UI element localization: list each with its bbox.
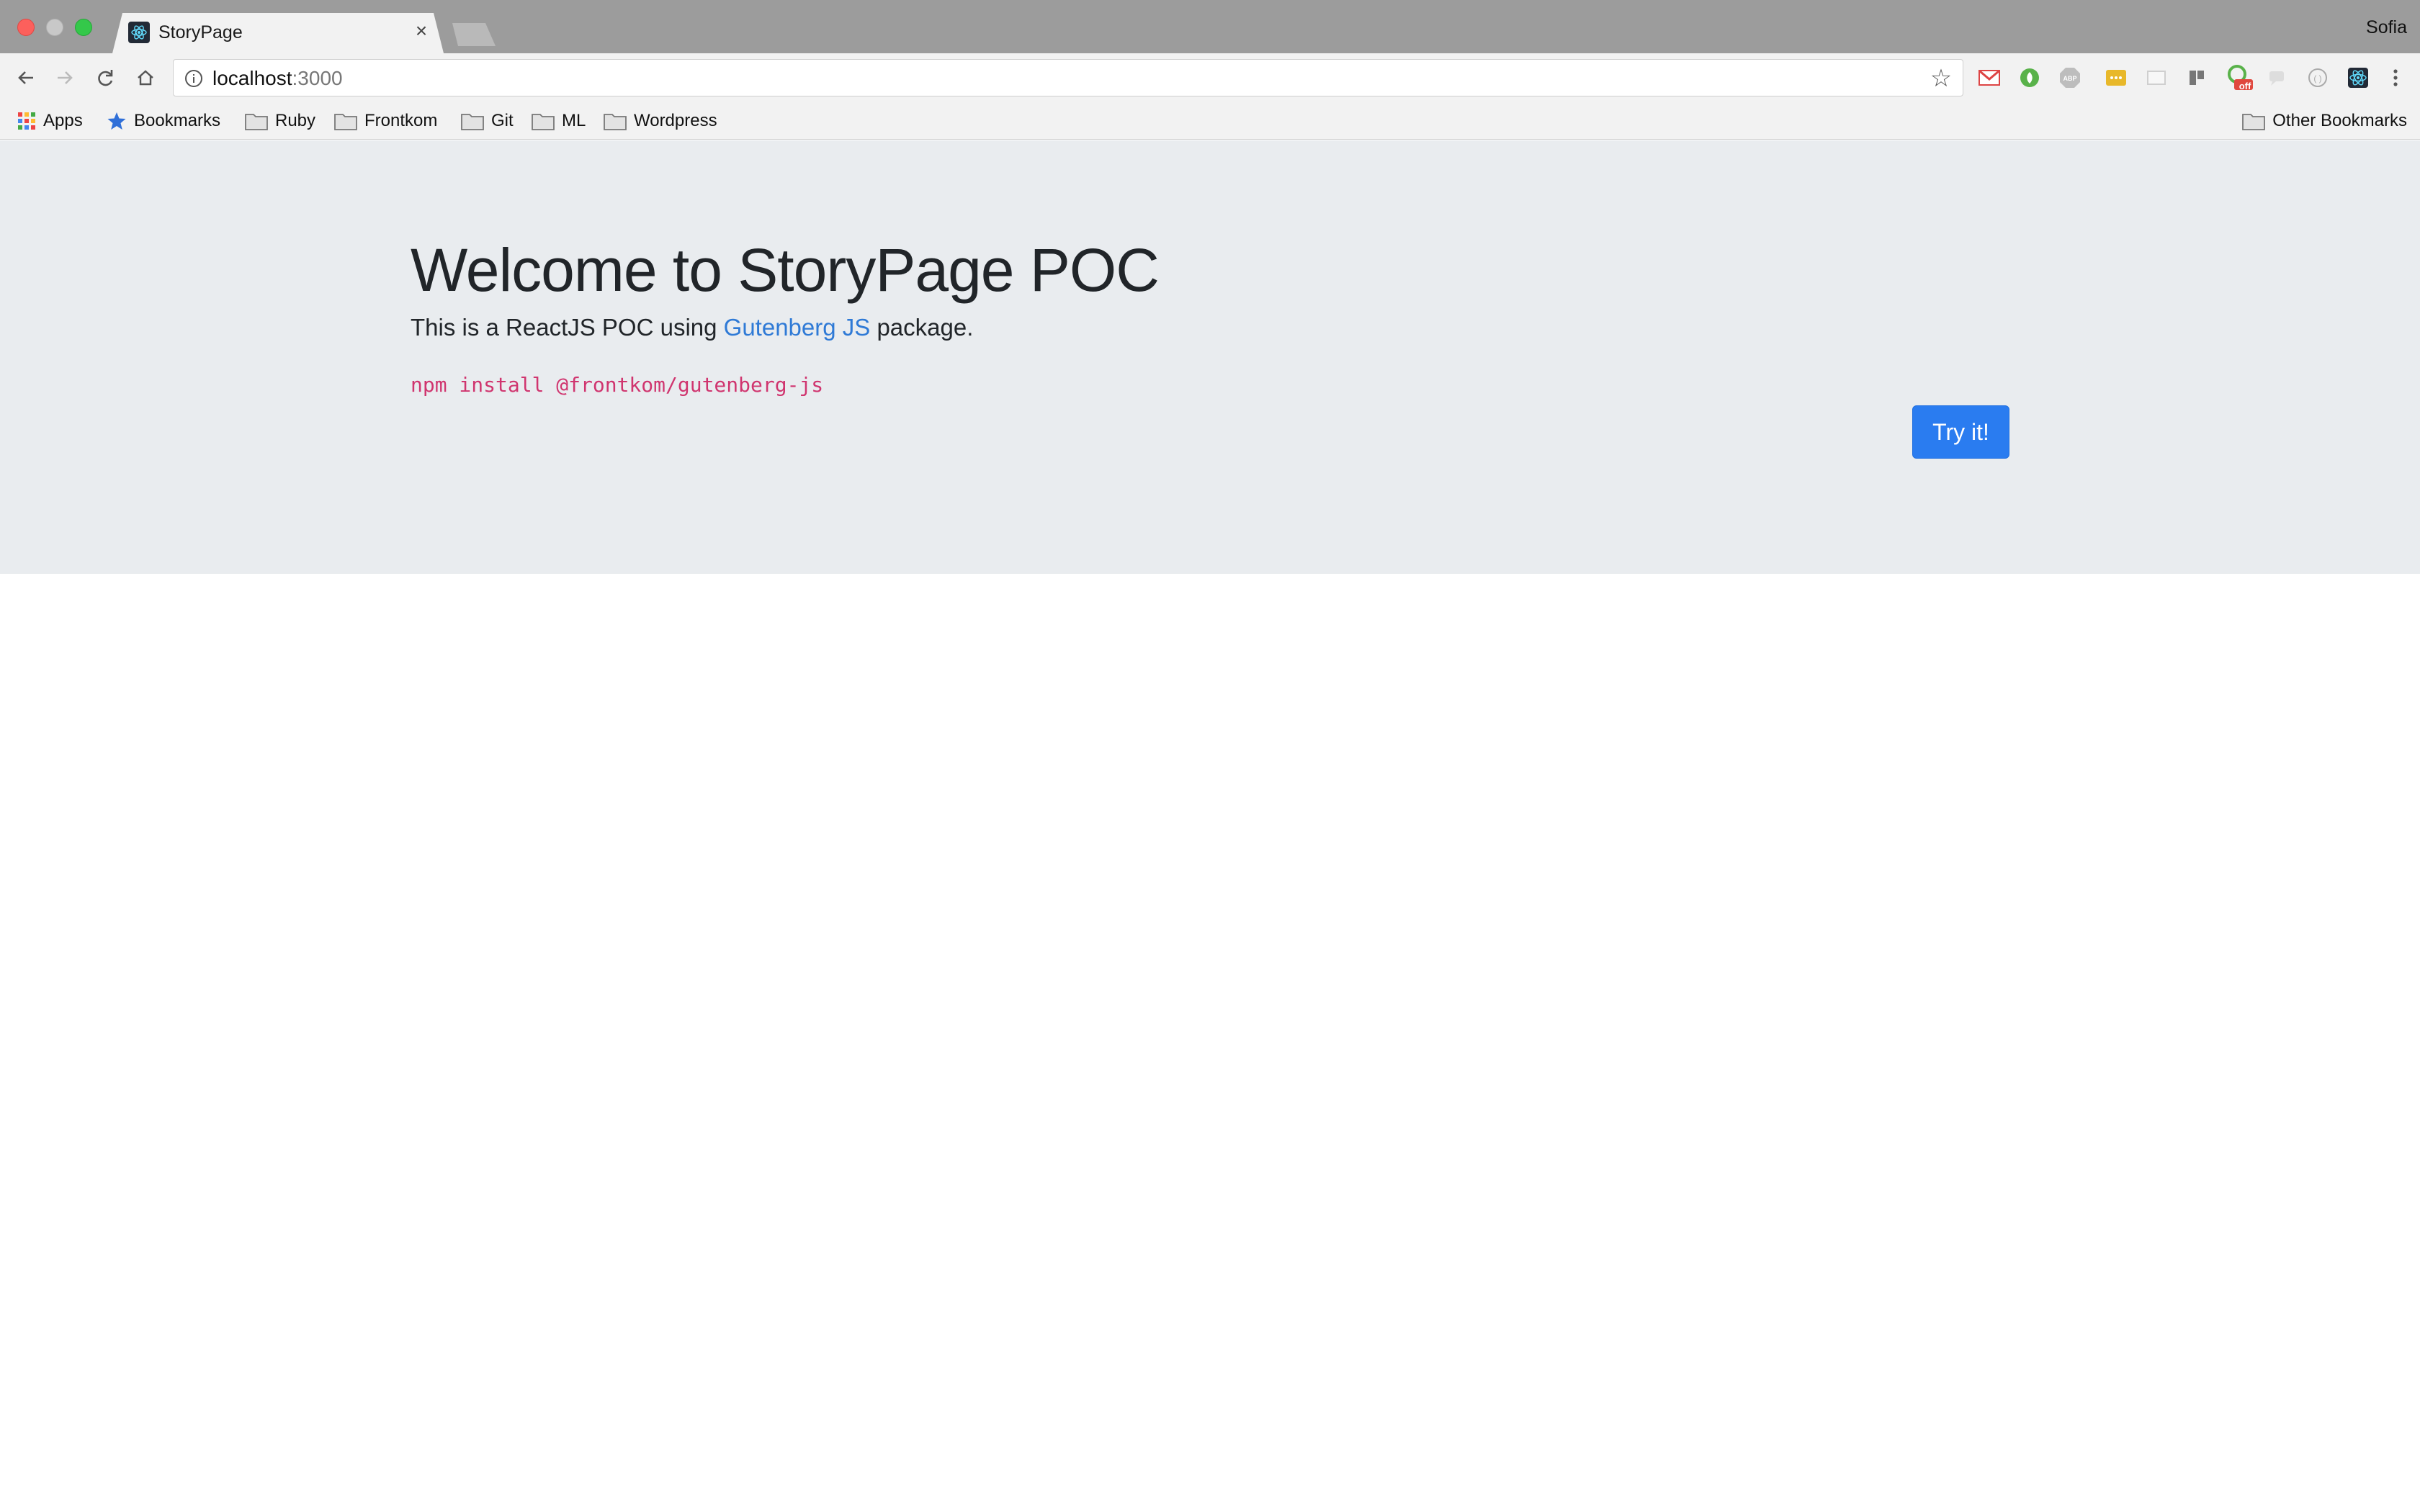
install-command: npm install @frontkom/gutenberg-js [411, 373, 824, 397]
bookmark-star-icon[interactable]: ☆ [1928, 66, 1954, 91]
star-icon [107, 111, 127, 131]
url-port: :3000 [292, 67, 343, 89]
reload-icon[interactable] [91, 63, 120, 92]
adblock-extension-icon[interactable]: ABP [2058, 66, 2081, 89]
gutenberg-js-link[interactable]: Gutenberg JS [724, 314, 871, 341]
bookmark-label: Frontkom [364, 111, 438, 130]
jumbotron: Welcome to StoryPage POC This is a React… [0, 140, 2420, 574]
bookmark-label: Other Bookmarks [2272, 111, 2407, 130]
new-tab-button[interactable] [445, 23, 496, 46]
off-badge: off [2238, 81, 2251, 91]
close-window-button[interactable] [17, 19, 35, 36]
try-it-button[interactable]: Try it! [1912, 405, 2009, 459]
gmail-extension-icon[interactable] [1978, 66, 2001, 89]
browser-toolbar: localhost:3000 ☆ ABP off ( ) [0, 53, 2420, 102]
bookmark-folder-ml[interactable]: ML [532, 108, 586, 134]
site-info-icon[interactable] [184, 68, 204, 89]
browser-title-bar: StoryPage × Sofia [0, 0, 2420, 53]
maximize-window-button[interactable] [75, 19, 92, 36]
bookmark-folder-other[interactable]: Other Bookmarks [2242, 108, 2407, 134]
folder-icon [604, 112, 627, 130]
bookmark-label: Apps [43, 111, 83, 130]
back-arrow-icon[interactable] [12, 63, 40, 92]
folder-icon [2242, 112, 2266, 130]
bookmark-label: ML [562, 111, 586, 130]
svg-text:( ): ( ) [2313, 73, 2321, 84]
page-title: Welcome to StoryPage POC [411, 236, 1160, 304]
folder-icon [461, 112, 484, 130]
circle-extension-icon[interactable]: ( ) [2306, 66, 2329, 89]
bookmark-apps[interactable]: Apps [17, 108, 83, 134]
bookmark-bookmarks[interactable]: Bookmarks [107, 108, 220, 134]
url-host: localhost [212, 67, 292, 89]
profile-name[interactable]: Sofia [2366, 17, 2407, 38]
green-leaf-extension-icon[interactable] [2018, 66, 2041, 89]
folder-icon [334, 112, 357, 130]
folder-icon [532, 112, 555, 130]
off-toggle-extension-icon[interactable]: off [2226, 65, 2254, 91]
react-devtools-icon[interactable] [2347, 66, 2370, 89]
bookmark-folder-wordpress[interactable]: Wordpress [604, 108, 717, 134]
apps-grid-icon [17, 112, 36, 130]
address-bar[interactable]: localhost:3000 ☆ [173, 59, 1963, 96]
yellow-extension-icon[interactable] [2105, 66, 2128, 89]
bookmark-label: Bookmarks [134, 111, 221, 130]
columns-extension-icon[interactable] [2185, 66, 2208, 89]
bookmark-label: Ruby [275, 111, 316, 130]
lead-prefix: This is a ReactJS POC using [411, 314, 724, 341]
url-text[interactable]: localhost:3000 [212, 68, 343, 89]
bookmark-label: Wordpress [634, 111, 717, 130]
bookmark-folder-git[interactable]: Git [461, 108, 514, 134]
lead-suffix: package. [870, 314, 974, 341]
bookmarks-bar: Apps Bookmarks Ruby Frontkom Git ML Word… [0, 102, 2420, 140]
minimize-window-button[interactable] [46, 19, 63, 36]
folder-icon [245, 112, 268, 130]
window-extension-icon[interactable] [2145, 66, 2168, 89]
chrome-menu-icon[interactable] [2384, 66, 2407, 89]
react-favicon-icon [128, 22, 150, 43]
bookmark-label: Git [491, 111, 514, 130]
bookmark-folder-ruby[interactable]: Ruby [245, 108, 315, 134]
home-icon[interactable] [131, 63, 160, 92]
forward-arrow-icon[interactable] [50, 63, 79, 92]
lead-paragraph: This is a ReactJS POC using Gutenberg JS… [411, 313, 973, 342]
tab-title: StoryPage [158, 22, 243, 42]
svg-text:ABP: ABP [2063, 75, 2076, 82]
chat-extension-icon[interactable] [2266, 66, 2289, 89]
bookmark-folder-frontkom[interactable]: Frontkom [334, 108, 437, 134]
tab-close-icon[interactable]: × [411, 20, 432, 42]
